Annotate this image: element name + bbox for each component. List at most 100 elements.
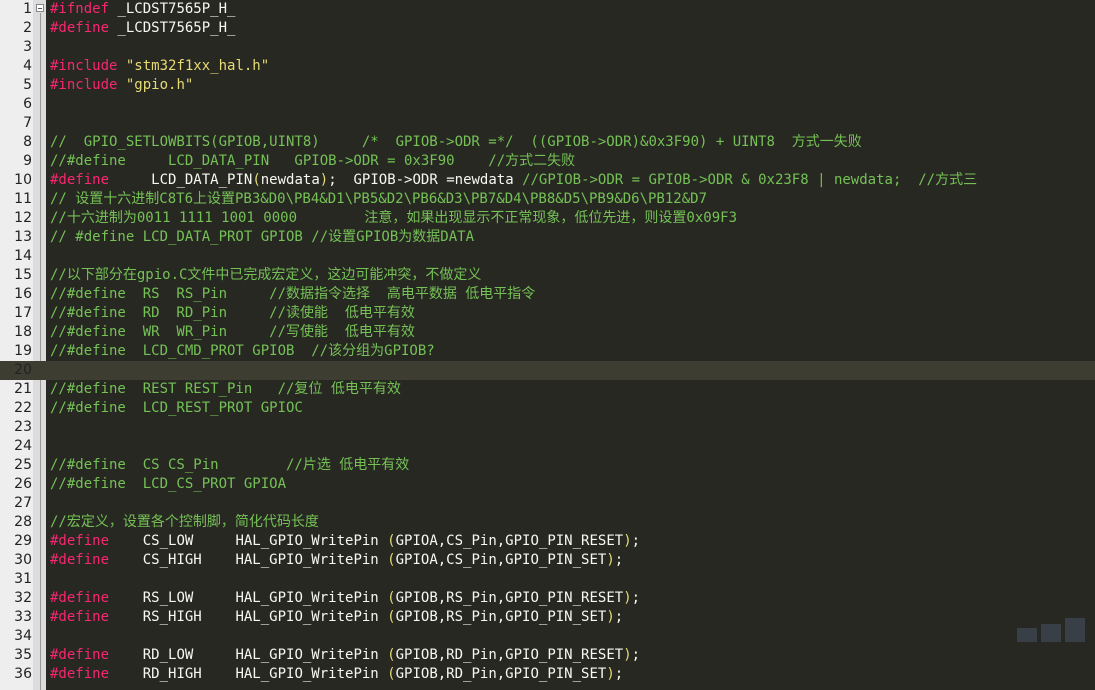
- token-plain: RD_HIGH HAL_GPIO_WritePin: [109, 666, 388, 682]
- code-line[interactable]: 19 //#define LCD_CMD_PROT GPIOB //该分组为GPI…: [0, 342, 1095, 361]
- code-line[interactable]: 30 #define CS_HIGH HAL_GPIO_WritePin (GPI…: [0, 551, 1095, 570]
- code-line[interactable]: 21 //#define REST REST_Pin //复位 低电平有效: [0, 380, 1095, 399]
- code-line[interactable]: 4 #include "stm32f1xx_hal.h": [0, 57, 1095, 76]
- code-line[interactable]: 25 //#define CS CS_Pin //片选 低电平有效: [0, 456, 1095, 475]
- code-text[interactable]: //#define LCD_DATA_PIN GPIOB->ODR = 0x3F…: [50, 152, 575, 171]
- token-plain: RS_HIGH HAL_GPIO_WritePin: [109, 609, 388, 625]
- token-plain: _LCDST7565P_H_: [109, 1, 236, 17]
- code-text[interactable]: //#define LCD_REST_PROT GPIOC: [50, 399, 303, 418]
- code-line[interactable]: 1 #ifndef _LCDST7565P_H_: [0, 0, 1095, 19]
- line-number: 14: [14, 248, 32, 264]
- code-line[interactable]: 28 //宏定义，设置各个控制脚，简化代码长度: [0, 513, 1095, 532]
- code-line[interactable]: 35 #define RD_LOW HAL_GPIO_WritePin (GPIO…: [0, 646, 1095, 665]
- code-line[interactable]: 32 #define RS_LOW HAL_GPIO_WritePin (GPIO…: [0, 589, 1095, 608]
- watermark-logo-icon: [1017, 618, 1085, 642]
- token-plain: GPIOB,RS_Pin,GPIO_PIN_SET: [395, 609, 607, 625]
- code-text[interactable]: #ifndef _LCDST7565P_H_: [50, 0, 235, 19]
- token-comment: //宏定义，设置各个控制脚，简化代码长度: [50, 514, 319, 530]
- code-text[interactable]: //#define CS CS_Pin //片选 低电平有效: [50, 456, 409, 475]
- code-line[interactable]: 33 #define RS_HIGH HAL_GPIO_WritePin (GPI…: [0, 608, 1095, 627]
- code-line[interactable]: 9 //#define LCD_DATA_PIN GPIOB->ODR = 0x3…: [0, 152, 1095, 171]
- code-text[interactable]: #define RS_HIGH HAL_GPIO_WritePin (GPIOB…: [50, 608, 623, 627]
- code-line[interactable]: 11 // 设置十六进制C8T6上设置PB3&D0\PB4&D1\PB5&D2\P…: [0, 190, 1095, 209]
- code-line[interactable]: 14: [0, 247, 1095, 266]
- code-text[interactable]: #define CS_LOW HAL_GPIO_WritePin (GPIOA,…: [50, 532, 640, 551]
- line-number: 26: [14, 476, 32, 492]
- code-line[interactable]: 26 //#define LCD_CS_PROT GPIOA: [0, 475, 1095, 494]
- code-text[interactable]: #include "stm32f1xx_hal.h": [50, 57, 269, 76]
- code-line[interactable]: 17 //#define RD RD_Pin //读使能 低电平有效: [0, 304, 1095, 323]
- token-paren: ): [623, 590, 632, 606]
- code-line[interactable]: 13 // #define LCD_DATA_PROT GPIOB //设置GPI…: [0, 228, 1095, 247]
- code-text[interactable]: //#define WR WR_Pin //写使能 低电平有效: [50, 323, 415, 342]
- code-line[interactable]: 31: [0, 570, 1095, 589]
- line-number: 12: [14, 210, 32, 226]
- token-comment: //#define LCD_REST_PROT GPIOC: [50, 400, 303, 416]
- token-string: "stm32f1xx_hal.h": [125, 58, 270, 74]
- code-line[interactable]: 12 //十六进制为0011 1111 1001 0000 注意，如果出现显示不正…: [0, 209, 1095, 228]
- code-line[interactable]: 27: [0, 494, 1095, 513]
- token-directive: #define: [50, 533, 110, 549]
- code-line[interactable]: 24: [0, 437, 1095, 456]
- code-text[interactable]: // GPIO_SETLOWBITS(GPIOB,UINT8) /* GPIOB…: [50, 133, 862, 152]
- code-line[interactable]: 7: [0, 114, 1095, 133]
- code-line[interactable]: 23: [0, 418, 1095, 437]
- token-directive: #define: [50, 20, 110, 36]
- line-number: 31: [14, 571, 32, 587]
- code-line[interactable]: 3: [0, 38, 1095, 57]
- code-text[interactable]: #define RD_LOW HAL_GPIO_WritePin (GPIOB,…: [50, 646, 640, 665]
- token-paren: ): [623, 533, 632, 549]
- line-number: 7: [23, 115, 32, 131]
- code-line[interactable]: 8 // GPIO_SETLOWBITS(GPIOB,UINT8) /* GPIO…: [0, 133, 1095, 152]
- token-paren: ): [606, 552, 615, 568]
- code-text[interactable]: //十六进制为0011 1111 1001 0000 注意，如果出现显示不正常现…: [50, 209, 737, 228]
- code-line[interactable]: 5 #include "gpio.h": [0, 76, 1095, 95]
- code-text[interactable]: #define _LCDST7565P_H_: [50, 19, 235, 38]
- code-line[interactable]: 22 //#define LCD_REST_PROT GPIOC: [0, 399, 1095, 418]
- code-line-current[interactable]: 20: [0, 361, 1095, 380]
- code-text[interactable]: //#define REST REST_Pin //复位 低电平有效: [50, 380, 401, 399]
- token-plain: GPIOA,CS_Pin,GPIO_PIN_SET: [395, 552, 607, 568]
- token-plain: ;: [614, 609, 624, 625]
- code-text[interactable]: //#define RS RS_Pin //数据指令选择 高电平数据 低电平指令: [50, 285, 535, 304]
- code-text[interactable]: // #define LCD_DATA_PROT GPIOB //设置GPIOB…: [50, 228, 474, 247]
- code-text[interactable]: //宏定义，设置各个控制脚，简化代码长度: [50, 513, 319, 532]
- code-editor[interactable]: 1 #ifndef _LCDST7565P_H_ 2 #define _LCDST75…: [0, 0, 1095, 690]
- token-directive: #include: [50, 77, 118, 93]
- code-line[interactable]: 34: [0, 627, 1095, 646]
- line-number: 23: [14, 419, 32, 435]
- code-lines[interactable]: 1 #ifndef _LCDST7565P_H_ 2 #define _LCDST75…: [0, 0, 1095, 684]
- code-text[interactable]: // 设置十六进制C8T6上设置PB3&D0\PB4&D1\PB5&D2\PB6…: [50, 190, 707, 209]
- code-line[interactable]: 16 //#define RS RS_Pin //数据指令选择 高电平数据 低电平…: [0, 285, 1095, 304]
- line-number: 18: [14, 324, 32, 340]
- code-line[interactable]: 29 #define CS_LOW HAL_GPIO_WritePin (GPIO…: [0, 532, 1095, 551]
- code-line[interactable]: 18 //#define WR WR_Pin //写使能 低电平有效: [0, 323, 1095, 342]
- code-text[interactable]: //#define RD RD_Pin //读使能 低电平有效: [50, 304, 415, 323]
- code-text[interactable]: //以下部分在gpio.C文件中已完成宏定义，这边可能冲突，不做定义: [50, 266, 481, 285]
- token-directive: #define: [50, 666, 110, 682]
- code-line[interactable]: 2 #define _LCDST7565P_H_: [0, 19, 1095, 38]
- code-text[interactable]: #define LCD_DATA_PIN(newdata); GPIOB->OD…: [50, 171, 977, 190]
- code-text[interactable]: #define RS_LOW HAL_GPIO_WritePin (GPIOB,…: [50, 589, 640, 608]
- line-number: 21: [14, 381, 32, 397]
- code-line[interactable]: 6: [0, 95, 1095, 114]
- token-plain: _LCDST7565P_H_: [109, 20, 236, 36]
- code-line[interactable]: 36 #define RD_HIGH HAL_GPIO_WritePin (GPI…: [0, 665, 1095, 684]
- line-number: 9: [23, 153, 32, 169]
- token-plain: GPIOB,RD_Pin,GPIO_PIN_SET: [395, 666, 607, 682]
- code-line[interactable]: 10 #define LCD_DATA_PIN(newdata); GPIOB->…: [0, 171, 1095, 190]
- line-number: 20: [14, 362, 32, 378]
- line-number: 1: [23, 1, 32, 17]
- code-text[interactable]: #define CS_HIGH HAL_GPIO_WritePin (GPIOA…: [50, 551, 623, 570]
- token-comment: //#define RS RS_Pin //数据指令选择 高电平数据 低电平指令: [50, 286, 536, 302]
- code-text[interactable]: //#define LCD_CS_PROT GPIOA: [50, 475, 286, 494]
- token-paren: (: [252, 172, 261, 188]
- code-line[interactable]: 15 //以下部分在gpio.C文件中已完成宏定义，这边可能冲突，不做定义: [0, 266, 1095, 285]
- code-text[interactable]: #define RD_HIGH HAL_GPIO_WritePin (GPIOB…: [50, 665, 623, 684]
- code-text[interactable]: //#define LCD_CMD_PROT GPIOB //该分组为GPIOB…: [50, 342, 435, 361]
- line-number: 10: [14, 172, 32, 188]
- token-comment: //#define RD RD_Pin //读使能 低电平有效: [50, 305, 415, 321]
- token-plain: ;: [631, 533, 641, 549]
- code-text[interactable]: #include "gpio.h": [50, 76, 193, 95]
